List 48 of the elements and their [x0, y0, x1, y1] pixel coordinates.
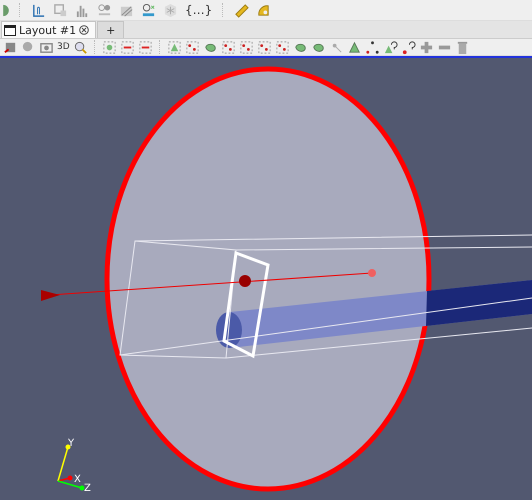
- window-icon: [4, 24, 16, 36]
- ruler-icon: [234, 2, 250, 18]
- select-button[interactable]: [256, 39, 273, 55]
- select-button[interactable]: [136, 39, 154, 55]
- line-chart-icon: [31, 2, 46, 18]
- tab-label: Layout #1: [19, 24, 76, 36]
- select-icon: [166, 40, 182, 54]
- select-icon: [102, 40, 117, 54]
- half-circle-button[interactable]: [2, 2, 10, 18]
- select-icon: [256, 40, 272, 54]
- dots-icon: [97, 2, 112, 18]
- points-button[interactable]: [364, 39, 381, 55]
- select-icon: [120, 40, 135, 54]
- layout-tab[interactable]: Layout #1: [1, 21, 96, 38]
- query-icon: [382, 40, 398, 54]
- orientation-axes: [57, 444, 84, 490]
- star-icon: [163, 2, 178, 18]
- select-button[interactable]: [220, 39, 237, 55]
- close-icon[interactable]: [79, 25, 90, 35]
- select-button[interactable]: [184, 39, 201, 55]
- plus-icon: [418, 40, 434, 54]
- view-mode-button[interactable]: 3D: [56, 39, 71, 55]
- select-button[interactable]: [166, 39, 183, 55]
- select-button[interactable]: [118, 39, 136, 55]
- select-icon: [184, 40, 200, 54]
- select-icon: [138, 40, 153, 54]
- select-button[interactable]: [274, 39, 291, 55]
- select-icon: [238, 40, 254, 54]
- axis-label: X: [74, 474, 81, 485]
- protractor-icon: [256, 2, 272, 18]
- python-shell-button[interactable]: {…}: [184, 2, 214, 18]
- select-icon: [220, 40, 236, 54]
- window-icon: [53, 2, 68, 18]
- line-chart-button[interactable]: [30, 2, 47, 18]
- axis-label: Y: [68, 438, 74, 449]
- star-button[interactable]: [162, 2, 179, 18]
- ruler-button[interactable]: [233, 2, 250, 18]
- magnifier-icon: [72, 40, 88, 54]
- query-icon: [400, 40, 416, 54]
- select-button[interactable]: [100, 39, 118, 55]
- triangle-icon: [346, 40, 362, 54]
- select-icon: [274, 40, 290, 54]
- cylinder-cap: [216, 312, 242, 348]
- new-tab-button[interactable]: +: [97, 21, 124, 38]
- dots-button[interactable]: [96, 2, 113, 18]
- select-button[interactable]: [238, 39, 255, 55]
- axis-label: Z: [84, 483, 91, 494]
- points-icon: [364, 40, 380, 54]
